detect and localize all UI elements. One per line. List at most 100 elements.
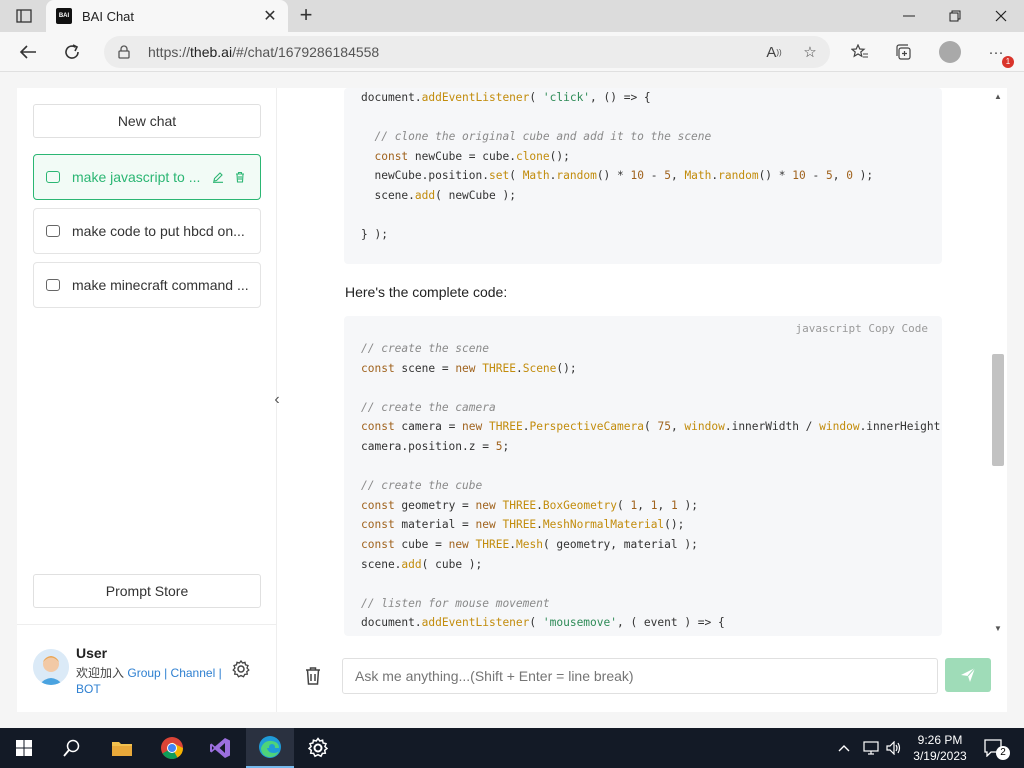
more-icon[interactable]: ··· 1	[984, 40, 1014, 68]
tab-title: BAI Chat	[82, 8, 135, 24]
community-links: 欢迎加入 Group | Channel | BOT	[76, 666, 222, 696]
window-close-icon[interactable]	[978, 0, 1024, 32]
send-icon	[961, 667, 976, 682]
address-bar-row: https://theb.ai/#/chat/1679286184558 A))…	[0, 32, 1024, 72]
join-text: 欢迎加入	[76, 666, 125, 680]
code-line: const camera = new THREE.PerspectiveCame…	[361, 420, 942, 434]
volume-icon[interactable]	[886, 728, 902, 768]
code-line: // create the cube	[361, 479, 483, 493]
chat-input[interactable]	[342, 658, 938, 694]
code-line: const scene = new THREE.Scene();	[361, 361, 577, 375]
refresh-icon[interactable]	[60, 40, 84, 64]
scroll-thumb[interactable]	[992, 354, 1004, 466]
trash-icon[interactable]	[304, 666, 324, 688]
edge-icon[interactable]	[246, 728, 294, 768]
url-text: https://theb.ai/#/chat/1679286184558	[148, 44, 380, 60]
code-line: newCube.position.set( Math.random() * 10…	[361, 169, 874, 183]
code-line: camera.position.z = 5;	[361, 439, 510, 453]
tab-actions-icon[interactable]	[10, 6, 38, 26]
code-toolbar: javascript Copy Code	[796, 322, 928, 335]
code-line: document.addEventListener( 'mousemove', …	[361, 616, 725, 630]
code-line: scene.add( newCube );	[361, 188, 516, 202]
prompt-store-button[interactable]: Prompt Store	[33, 574, 261, 608]
clock-date: 3/19/2023	[913, 749, 967, 763]
visual-studio-icon[interactable]	[196, 728, 244, 768]
close-icon[interactable]: ✕	[262, 6, 278, 26]
title-bar: BAI BAI Chat ✕ +	[0, 0, 1024, 32]
chat-icon	[46, 225, 60, 237]
user-panel: User 欢迎加入 Group | Channel | BOT	[17, 624, 276, 712]
chat-icon	[46, 279, 60, 291]
favicon: BAI	[56, 8, 72, 24]
read-aloud-icon[interactable]: A))	[762, 40, 786, 64]
code-line: // listen for mouse movement	[361, 596, 550, 610]
notification-icon[interactable]: 2	[984, 728, 1010, 768]
chrome-icon[interactable]	[148, 728, 196, 768]
browser-tab[interactable]: BAI BAI Chat ✕	[46, 0, 288, 32]
bot-link[interactable]: BOT	[76, 682, 101, 696]
settings-app-icon[interactable]	[294, 728, 342, 768]
clock-time: 9:26 PM	[917, 733, 963, 747]
taskbar: 9:26 PM 3/19/2023 2	[0, 728, 1024, 768]
back-icon[interactable]	[16, 40, 40, 64]
code-language-label: javascript	[795, 322, 862, 335]
network-icon[interactable]	[862, 728, 880, 768]
code-line: const newCube = cube.clone();	[374, 149, 570, 163]
chat-item-label: make javascript to ...	[72, 169, 201, 185]
file-explorer-icon[interactable]	[98, 728, 146, 768]
chat-main: document.addEventListener( 'click', () =…	[278, 88, 1007, 712]
new-chat-button[interactable]: New chat	[33, 104, 261, 138]
delete-icon[interactable]	[232, 169, 248, 185]
copy-code-button[interactable]: Copy Code	[868, 322, 928, 335]
chevron-down-icon[interactable]: ▼	[993, 624, 1003, 634]
settings-icon[interactable]	[231, 659, 251, 679]
minimize-icon[interactable]	[886, 0, 932, 32]
code-line: } );	[361, 228, 388, 242]
code-block-partial: document.addEventListener( 'click', () =…	[344, 88, 942, 264]
search-icon[interactable]	[48, 728, 96, 768]
collections-icon[interactable]	[892, 40, 916, 64]
page-viewport: New chat make javascript to ... make cod…	[0, 72, 1024, 728]
avatar[interactable]	[33, 649, 69, 685]
lock-icon[interactable]	[118, 45, 132, 59]
code-line: const geometry = new THREE.BoxGeometry( …	[361, 498, 698, 512]
add-favorite-icon[interactable]: ☆	[798, 40, 822, 64]
page-scrollbar[interactable]: ▲ ▼	[989, 88, 1007, 638]
send-button[interactable]	[945, 658, 991, 692]
code-line: document.addEventListener( 'click', () =…	[361, 91, 651, 104]
code-line: // clone the original cube and add it to…	[374, 130, 712, 144]
windows-icon[interactable]	[0, 728, 48, 768]
edit-icon[interactable]	[210, 169, 226, 185]
chevron-up-icon[interactable]: ▲	[993, 92, 1003, 102]
chevron-up-icon[interactable]	[838, 728, 850, 768]
favorites-icon[interactable]	[848, 40, 872, 64]
chat-icon	[46, 171, 60, 183]
chat-app: New chat make javascript to ... make cod…	[17, 88, 1007, 712]
code-block: javascript Copy Code // create the scene…	[344, 316, 942, 636]
assistant-message-text: Here's the complete code:	[345, 284, 508, 300]
plus-icon[interactable]: +	[294, 4, 318, 28]
channel-link[interactable]: Channel	[171, 666, 216, 680]
restore-icon[interactable]	[932, 0, 978, 32]
input-row	[278, 648, 1007, 712]
code-line: const cube = new THREE.Mesh( geometry, m…	[361, 537, 698, 551]
profile-icon[interactable]	[938, 40, 962, 64]
url-bar[interactable]: https://theb.ai/#/chat/1679286184558	[104, 36, 830, 68]
user-name: User	[76, 645, 108, 661]
code-line: // create the scene	[361, 342, 489, 355]
chat-item-label: make minecraft command ...	[72, 277, 248, 293]
code-line: scene.add( cube );	[361, 557, 483, 571]
chat-item[interactable]: make code to put hbcd on...	[33, 208, 261, 254]
chat-item[interactable]: make minecraft command ...	[33, 262, 261, 308]
notification-count-badge: 2	[996, 746, 1010, 760]
chat-item-label: make code to put hbcd on...	[72, 223, 245, 239]
code-line: // create the camera	[361, 400, 496, 414]
group-link[interactable]: Group	[127, 666, 160, 680]
chat-item[interactable]: make javascript to ...	[33, 154, 261, 200]
clock[interactable]: 9:26 PM 3/19/2023	[908, 732, 972, 764]
